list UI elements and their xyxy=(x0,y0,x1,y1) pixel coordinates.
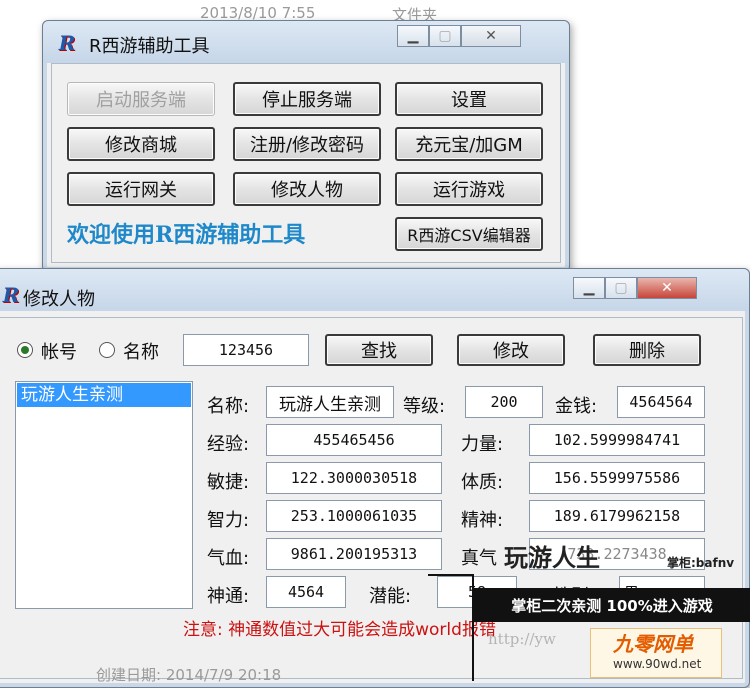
minimize-button[interactable]: ▁ xyxy=(397,25,429,47)
recharge-gm-button[interactable]: 充元宝/加GM xyxy=(395,127,543,161)
constitution-field[interactable]: 156.5599975586 xyxy=(529,462,705,494)
zhenqi-label: 真气 xyxy=(461,548,497,569)
intelligence-label: 智力: xyxy=(207,510,250,531)
settings-button[interactable]: 设置 xyxy=(395,82,543,116)
app-logo-icon: R xyxy=(2,283,20,307)
background-created-label: 创建日期: 2014/7/9 20:18 xyxy=(96,666,282,684)
maximize-icon: ▢ xyxy=(614,280,628,296)
watermark-line xyxy=(428,574,474,576)
close-icon: ✕ xyxy=(485,28,497,44)
background-url-fragment: http://yw xyxy=(488,630,556,648)
modify-button[interactable]: 修改 xyxy=(457,334,565,366)
list-item[interactable]: 玩游人生亲测 xyxy=(17,383,191,407)
main-window: R R西游辅助工具 ▁ ▢ ✕ 启动服务端 停止服务端 设置 修改商城 注册/修… xyxy=(42,20,570,272)
intelligence-field[interactable]: 253.1000061035 xyxy=(266,500,442,532)
main-window-title: R西游辅助工具 xyxy=(89,36,210,57)
name-radio-label: 名称 xyxy=(123,342,159,363)
character-list[interactable]: 玩游人生亲测 xyxy=(15,381,193,609)
close-icon: ✕ xyxy=(661,280,673,296)
strength-label: 力量: xyxy=(461,434,504,455)
shentong-label: 神通: xyxy=(207,586,250,607)
site-logo: 九零网单 xyxy=(613,632,693,656)
find-button[interactable]: 查找 xyxy=(325,334,433,366)
search-input[interactable]: 123456 xyxy=(183,334,309,366)
edit-character-button[interactable]: 修改人物 xyxy=(233,172,381,206)
welcome-text: 欢迎使用R西游辅助工具 xyxy=(67,222,306,248)
strength-field[interactable]: 102.5999984741 xyxy=(529,424,705,456)
shentong-field[interactable]: 4564 xyxy=(266,576,346,608)
name-label: 名称: xyxy=(207,396,250,417)
maximize-button[interactable]: ▢ xyxy=(429,25,461,47)
potential-label: 潜能: xyxy=(369,586,412,607)
minimize-icon: ▁ xyxy=(583,280,595,296)
edit-character-window: R 修改人物 ▁ ▢ ✕ 帐号 名称 123456 查找 修改 删除 玩游人生亲… xyxy=(0,268,750,688)
watermark-owner: 掌柜:bafnv xyxy=(667,556,735,570)
watermark-banner: 掌柜二次亲测 100%进入游戏 xyxy=(474,588,750,622)
maximize-button[interactable]: ▢ xyxy=(605,277,637,299)
app-logo-icon: R xyxy=(58,31,76,55)
level-label: 等级: xyxy=(403,396,446,417)
spirit-field[interactable]: 189.6179962158 xyxy=(529,500,705,532)
spirit-label: 精神: xyxy=(461,510,504,531)
money-label: 金钱: xyxy=(555,396,598,417)
agility-label: 敏捷: xyxy=(207,472,250,493)
register-password-button[interactable]: 注册/修改密码 xyxy=(233,127,381,161)
exp-field[interactable]: 455465456 xyxy=(266,424,442,456)
close-button[interactable]: ✕ xyxy=(637,277,697,299)
account-radio[interactable] xyxy=(17,342,33,358)
delete-button[interactable]: 删除 xyxy=(593,334,701,366)
stop-server-button[interactable]: 停止服务端 xyxy=(233,82,381,116)
start-server-button[interactable]: 启动服务端 xyxy=(67,82,215,116)
name-radio[interactable] xyxy=(99,342,115,358)
name-field[interactable]: 玩游人生亲测 xyxy=(266,386,394,418)
run-game-button[interactable]: 运行游戏 xyxy=(395,172,543,206)
level-field[interactable]: 200 xyxy=(465,386,543,418)
warning-text: 注意: 神通数值过大可能会造成world报错 xyxy=(183,620,496,640)
constitution-label: 体质: xyxy=(461,472,504,493)
minimize-button[interactable]: ▁ xyxy=(573,277,605,299)
money-field[interactable]: 4564564 xyxy=(617,386,705,418)
hp-label: 气血: xyxy=(207,548,250,569)
edit-mall-button[interactable]: 修改商城 xyxy=(67,127,215,161)
site-url: www.90wd.net xyxy=(613,657,702,671)
csv-editor-button[interactable]: R西游CSV编辑器 xyxy=(395,217,543,251)
site-badge: 九零网单 www.90wd.net xyxy=(590,628,722,678)
maximize-icon: ▢ xyxy=(438,28,452,44)
minimize-icon: ▁ xyxy=(407,28,419,44)
exp-label: 经验: xyxy=(207,434,250,455)
watermark-title: 玩游人生 xyxy=(504,544,600,572)
close-button[interactable]: ✕ xyxy=(461,25,521,47)
agility-field[interactable]: 122.3000030518 xyxy=(266,462,442,494)
edit-character-title: 修改人物 xyxy=(23,289,95,310)
run-gateway-button[interactable]: 运行网关 xyxy=(67,172,215,206)
account-radio-label: 帐号 xyxy=(41,342,77,363)
hp-field[interactable]: 9861.200195313 xyxy=(266,538,442,570)
